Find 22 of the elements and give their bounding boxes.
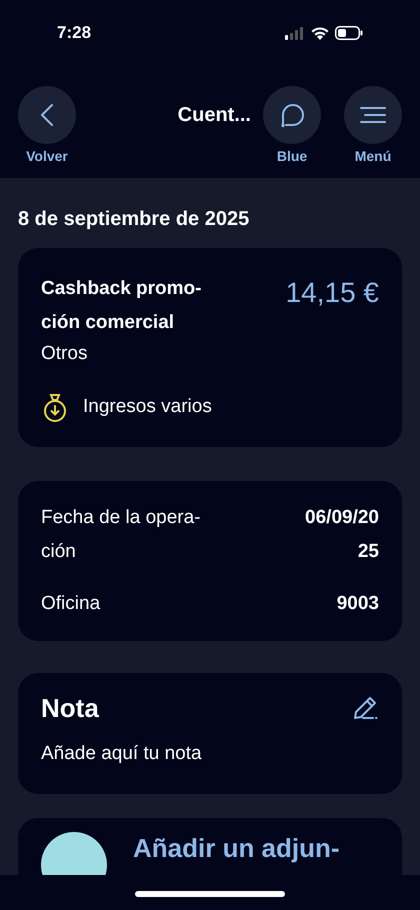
date-heading: 8 de septiembre de 2025: [18, 207, 250, 232]
transaction-amount: 14,15 €: [286, 276, 379, 310]
screen-title: Cuent...: [178, 103, 251, 128]
detail-label: Fecha de la opera- ción: [41, 506, 200, 564]
transaction-subtitle: Otros: [41, 342, 88, 366]
category-label: Ingresos varios: [83, 395, 212, 420]
detail-value: 06/09/20 25: [305, 506, 379, 564]
note-placeholder[interactable]: Añade aquí tu nota: [41, 740, 379, 768]
wifi-icon: [311, 26, 329, 40]
edit-pencil-icon[interactable]: [351, 694, 379, 722]
note-title: Nota: [41, 692, 99, 724]
status-time: 7:28: [57, 22, 92, 44]
detail-label: Oficina: [41, 592, 100, 616]
attachment-card[interactable]: Añadir un adjun-: [18, 818, 402, 875]
battery-icon: [335, 26, 363, 40]
back-chevron-icon: [40, 103, 54, 127]
detail-value: 9003: [336, 592, 379, 616]
attachment-title: Añadir un adjun-: [133, 832, 340, 864]
transaction-title: Cashback promo- ción comercial: [41, 277, 202, 335]
money-bag-icon: [41, 392, 69, 422]
menu-icon: [359, 105, 387, 125]
signal-icon: [285, 26, 305, 40]
